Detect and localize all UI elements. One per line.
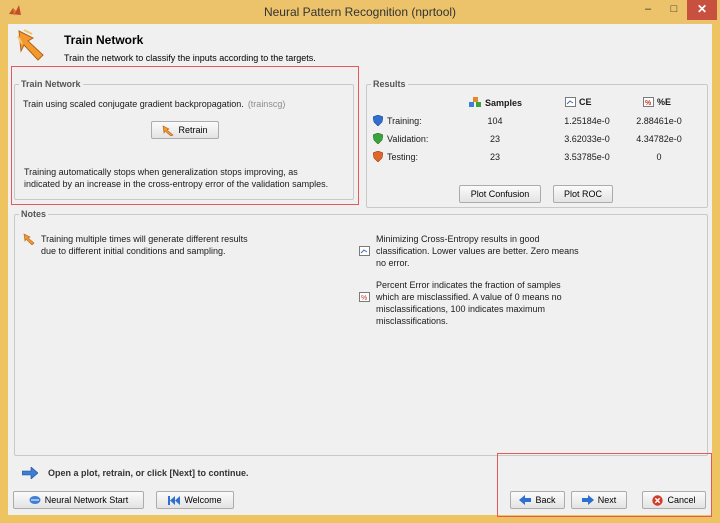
samples-header-label: Samples (485, 97, 523, 108)
note-retrain-text: Training multiple times will generate di… (41, 234, 248, 256)
validation-pe-value: 4.34782e-0 (636, 134, 682, 144)
training-row-label: Training: (373, 115, 422, 126)
validation-row-label: Validation: (373, 133, 428, 144)
arrow-right-icon (22, 467, 38, 479)
ce-header-label: CE (579, 97, 592, 107)
green-shield-icon (373, 133, 383, 144)
next-arrow-icon (581, 495, 594, 505)
neural-network-icon (29, 496, 41, 504)
training-samples-value: 104 (487, 116, 503, 126)
maximize-icon: □ (670, 3, 678, 15)
next-label: Next (597, 495, 617, 505)
minimize-button[interactable]: – (635, 0, 661, 20)
welcome-button[interactable]: Welcome (156, 491, 234, 509)
results-panel-title: Results (371, 79, 408, 89)
train-arrow-icon (17, 29, 44, 61)
footer-hint: Open a plot, retrain, or click [Next] to… (22, 467, 249, 479)
samples-icon (469, 97, 481, 107)
rewind-icon (168, 495, 181, 505)
testing-samples-value: 23 (489, 152, 500, 162)
footer-hint-text: Open a plot, retrain, or click [Next] to… (48, 468, 249, 478)
validation-ce-value: 3.62033e-0 (564, 134, 610, 144)
back-button[interactable]: Back (510, 491, 565, 509)
testing-pe-value: 0 (656, 152, 662, 162)
retrain-icon (23, 233, 35, 245)
percent-error-icon: % (643, 97, 654, 107)
back-label: Back (535, 495, 556, 505)
plot-confusion-label: Plot Confusion (470, 189, 530, 199)
note-retrain: Training multiple times will generate di… (23, 233, 248, 257)
validation-samples-value: 23 (489, 134, 500, 144)
neural-network-start-label: Neural Network Start (44, 495, 129, 505)
cancel-icon (652, 494, 664, 506)
note-cross-entropy-text: Minimizing Cross-Entropy results in good… (376, 234, 579, 268)
testing-label: Testing: (387, 151, 419, 162)
back-arrow-icon (519, 495, 532, 505)
blue-shield-icon (373, 115, 383, 126)
early-stopping-note: Training automatically stops when genera… (24, 167, 329, 189)
close-icon: ✕ (696, 2, 708, 16)
plot-roc-button[interactable]: Plot ROC (553, 185, 613, 203)
training-label: Training: (387, 115, 422, 126)
cancel-label: Cancel (667, 495, 696, 505)
cancel-button[interactable]: Cancel (642, 491, 706, 509)
next-button[interactable]: Next (571, 491, 627, 509)
samples-column-header: Samples (469, 97, 522, 108)
window-title: Neural Pattern Recognition (nprtool) (263, 5, 457, 19)
plot-roc-label: Plot ROC (563, 189, 602, 199)
training-pe-value: 2.88461e-0 (636, 116, 682, 126)
training-ce-value: 1.25184e-0 (564, 116, 610, 126)
ce-column-header: CE (565, 97, 592, 107)
notes-panel-title: Notes (19, 209, 49, 219)
percent-error-header-label: %E (657, 97, 672, 107)
percent-error-column-header: % %E (643, 97, 671, 107)
results-panel: Results Samples CE % %E Training: 104 1.… (366, 79, 708, 208)
minimize-icon: – (644, 3, 652, 15)
title-bar[interactable]: Neural Pattern Recognition (nprtool) – □… (0, 0, 720, 24)
training-method-text: Train using scaled conjugate gradient ba… (23, 99, 244, 109)
train-network-panel: Train Network Train using scaled conjuga… (14, 79, 354, 200)
testing-row-label: Testing: (373, 151, 418, 162)
note-percent-error-text: Percent Error indicates the fraction of … (376, 280, 562, 326)
wizard-content: Train Network Train the network to class… (8, 24, 712, 515)
red-shield-icon (373, 151, 383, 162)
svg-text:%: % (645, 100, 652, 107)
application-window: Neural Pattern Recognition (nprtool) – □… (0, 0, 720, 523)
note-percent-error: % Percent Error indicates the fraction o… (359, 279, 562, 327)
retrain-label: Retrain (178, 125, 208, 135)
retrain-icon (163, 124, 175, 136)
svg-text:%: % (361, 295, 367, 302)
ce-icon (565, 97, 576, 107)
training-function-name: (trainscg) (247, 99, 286, 109)
page-title: Train Network (64, 33, 144, 47)
notes-panel: Notes Training multiple times will gener… (14, 209, 708, 456)
percent-error-icon: % (359, 292, 370, 302)
plot-confusion-button[interactable]: Plot Confusion (459, 185, 541, 203)
train-panel-title: Train Network (19, 79, 83, 89)
welcome-label: Welcome (184, 495, 222, 505)
ce-icon (359, 246, 370, 256)
page-subtitle: Train the network to classify the inputs… (64, 53, 316, 63)
testing-ce-value: 3.53785e-0 (564, 152, 610, 162)
note-cross-entropy: Minimizing Cross-Entropy results in good… (359, 233, 579, 269)
neural-network-start-button[interactable]: Neural Network Start (13, 491, 144, 509)
maximize-button[interactable]: □ (661, 0, 687, 20)
training-description: Train using scaled conjugate gradient ba… (23, 99, 285, 109)
close-button[interactable]: ✕ (687, 0, 717, 20)
retrain-button[interactable]: Retrain (151, 121, 219, 139)
validation-label: Validation: (387, 133, 429, 144)
